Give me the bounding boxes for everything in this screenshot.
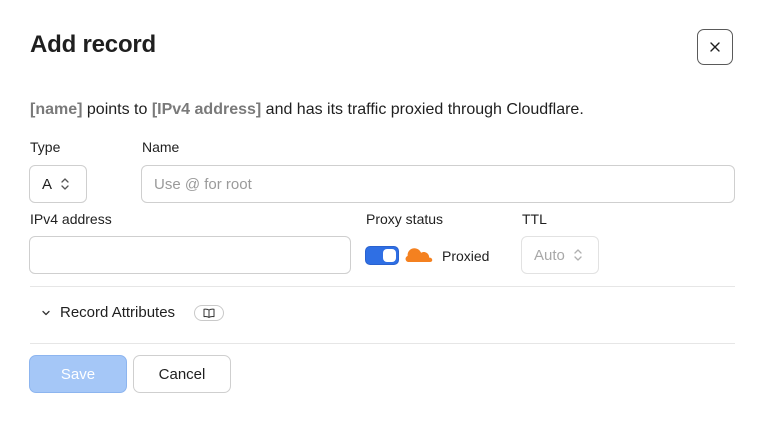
divider: [30, 286, 735, 287]
chevron-up-down-icon: [61, 178, 69, 190]
chevron-up-down-icon: [574, 249, 582, 261]
chevron-down-icon: [42, 310, 50, 315]
record-attributes-toggle[interactable]: Record Attributes: [40, 304, 175, 321]
type-select[interactable]: A: [29, 165, 87, 203]
type-select-value: A: [42, 175, 53, 193]
ipv4-address-input[interactable]: [29, 236, 351, 274]
dialog-title: Add record: [30, 31, 157, 58]
type-label: Type: [30, 139, 61, 155]
save-button[interactable]: Save: [29, 355, 127, 393]
name-label: Name: [142, 139, 180, 155]
record-description: [name] points to [IPv4 address] and has …: [30, 100, 584, 120]
ttl-select-value: Auto: [534, 246, 565, 264]
record-attributes-label: Record Attributes: [60, 304, 176, 321]
close-button[interactable]: [697, 29, 733, 65]
close-icon: [710, 42, 720, 52]
cloudflare-cloud-icon: [405, 248, 433, 262]
cancel-button[interactable]: Cancel: [133, 355, 231, 393]
divider: [30, 343, 735, 344]
proxy-status-label: Proxy status: [366, 211, 444, 227]
proxy-status-text: Proxied: [442, 248, 490, 264]
ttl-label: TTL: [522, 211, 547, 227]
book-icon: [203, 308, 215, 318]
toggle-knob: [383, 249, 396, 262]
add-record-dialog: Add record [name] points to [IPv4 addres…: [0, 0, 765, 431]
proxy-status-toggle[interactable]: [365, 246, 399, 265]
ttl-select[interactable]: Auto: [521, 236, 599, 274]
ipv4-label: IPv4 address: [30, 211, 112, 227]
documentation-badge[interactable]: [194, 305, 224, 321]
name-input[interactable]: [141, 165, 735, 203]
description-points-to: points to: [82, 101, 152, 118]
name-placeholder-token: [name]: [30, 101, 83, 118]
description-suffix: and has its traffic proxied through Clou…: [261, 101, 584, 118]
ipv4-placeholder-token: [IPv4 address]: [151, 101, 262, 118]
